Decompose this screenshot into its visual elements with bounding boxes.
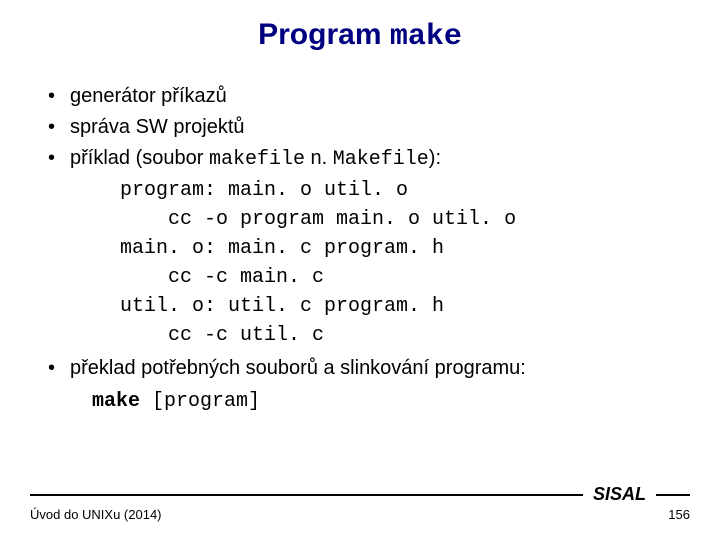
slide-footer: SISAL Úvod do UNIXu (2014) 156	[30, 484, 690, 522]
command-line: make [program]	[92, 387, 690, 416]
title-cmd: make	[390, 20, 462, 54]
makefile-code: program: main. o util. o cc -o program m…	[120, 176, 690, 350]
cmd-optional: [program]	[152, 390, 260, 413]
footer-course: Úvod do UNIXu (2014)	[30, 507, 162, 522]
bullet-text: správa SW projektů	[70, 116, 245, 138]
code-inline: Makefile	[333, 148, 429, 171]
slide-title: Program make	[30, 18, 690, 54]
bullet-list: překlad potřebných souborů a slinkování …	[30, 354, 690, 383]
title-prefix: Program	[258, 18, 390, 51]
footer-bottom: Úvod do UNIXu (2014) 156	[30, 507, 690, 522]
footer-rule-left	[30, 494, 583, 496]
list-item: překlad potřebných souborů a slinkování …	[48, 354, 690, 383]
bullet-text: překlad potřebných souborů a slinkování …	[70, 357, 526, 379]
code-inline: makefile	[209, 148, 305, 171]
footer-page-number: 156	[668, 507, 690, 522]
footer-rule-right	[656, 494, 690, 496]
slide-content: generátor příkazů správa SW projektů pří…	[30, 82, 690, 416]
bullet-text: n.	[305, 147, 333, 169]
list-item: generátor příkazů	[48, 82, 690, 111]
footer-rule: SISAL	[30, 484, 690, 505]
bullet-list: generátor příkazů správa SW projektů pří…	[30, 82, 690, 174]
bullet-text: příklad (soubor	[70, 147, 209, 169]
cmd-bold: make	[92, 390, 152, 413]
list-item: správa SW projektů	[48, 113, 690, 142]
bullet-text: generátor příkazů	[70, 85, 227, 107]
bullet-text: ):	[429, 147, 441, 169]
footer-sisal: SISAL	[593, 484, 646, 505]
list-item: příklad (soubor makefile n. Makefile):	[48, 144, 690, 174]
